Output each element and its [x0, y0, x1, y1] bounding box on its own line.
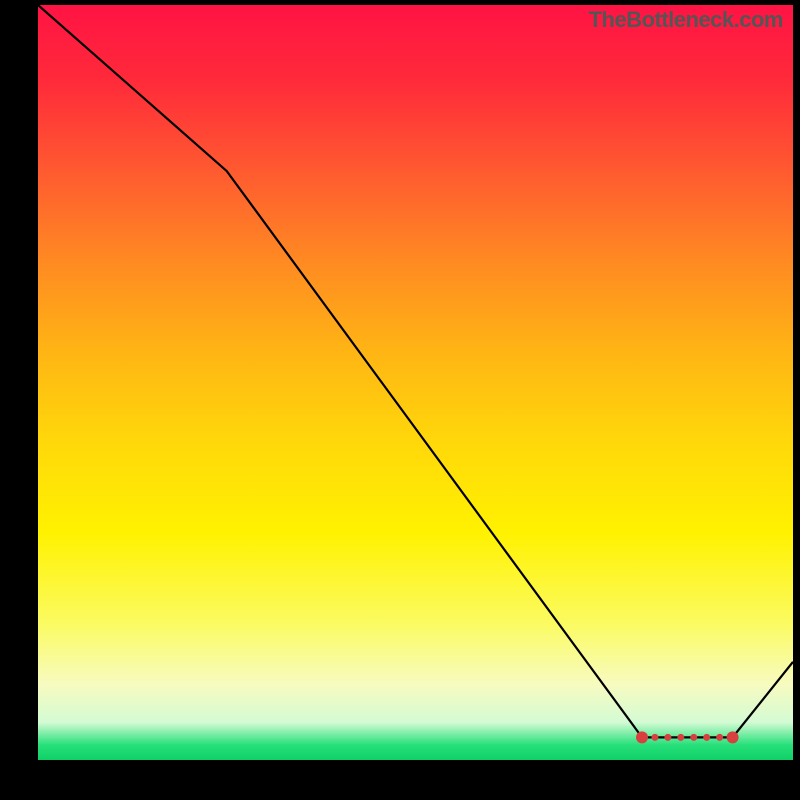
- marker-dot: [664, 734, 671, 741]
- marker-dot: [716, 734, 723, 741]
- chart-frame: TheBottleneck.com: [38, 5, 793, 760]
- chart-line-group: [38, 5, 793, 737]
- marker-dot: [690, 734, 697, 741]
- marker-dot: [636, 731, 648, 743]
- chart-svg: [38, 5, 793, 760]
- marker-dot: [677, 734, 684, 741]
- curve-line: [38, 5, 793, 737]
- marker-dot: [703, 734, 710, 741]
- marker-dot: [727, 731, 739, 743]
- marker-dot: [651, 734, 658, 741]
